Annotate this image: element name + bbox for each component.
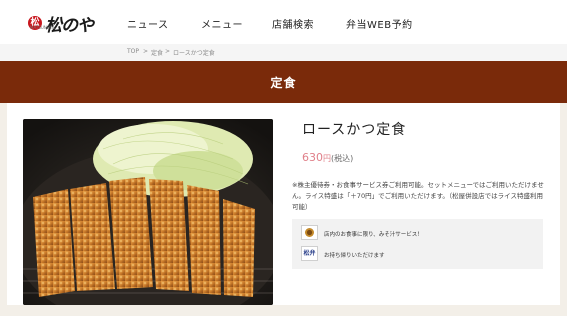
page-bottom [0, 305, 567, 316]
breadcrumb-current: ロースかつ定食 [173, 50, 215, 57]
site-header: 松 松のや MATSUNOYA ニュース メニュー 店舗検索 弁当WEB予約 [0, 0, 567, 44]
product-photo [23, 119, 273, 305]
product-price: 630円(税込) [302, 151, 353, 164]
breadcrumb-category[interactable]: 定食 [151, 48, 163, 57]
brand-logo[interactable]: 松 松のや [28, 11, 94, 36]
category-band: 定食 [0, 61, 567, 103]
miso-soup-icon [305, 228, 314, 237]
breadcrumb-separator: > [165, 48, 171, 55]
pork-cutlet-image [23, 119, 273, 305]
takeout-icon: 松弁 [301, 246, 318, 261]
price-tax-label: (税込) [331, 154, 354, 163]
service-text-dine-in: 店内のお食事に限り、みそ汁サービス！ [324, 232, 423, 238]
service-info-box: 店内のお食事に限り、みそ汁サービス！ 松弁 お持ち帰りいただけます [292, 219, 543, 269]
nav-store-search[interactable]: 店舗検索 [272, 16, 314, 31]
product-note: ※株主優待券・お食事サービス券ご利用可能。セットメニューではご利用いただけません… [292, 181, 544, 211]
nav-menu[interactable]: メニュー [201, 16, 243, 31]
logo-text: 松のや [45, 15, 94, 36]
nav-bento-web-order[interactable]: 弁当WEB予約 [346, 16, 413, 31]
price-amount: 630 [302, 151, 323, 164]
price-currency: 円 [323, 154, 331, 163]
service-text-takeout: お持ち帰りいただけます [324, 253, 385, 259]
category-title: 定食 [270, 76, 297, 90]
breadcrumb-separator: > [143, 48, 149, 55]
nav-news[interactable]: ニュース [127, 16, 169, 31]
dine-in-icon [301, 225, 318, 240]
breadcrumb: TOP > 定食 > ロースかつ定食 [0, 44, 567, 61]
breadcrumb-top[interactable]: TOP [127, 48, 139, 55]
logo-tagline: MATSUNOYA [30, 25, 55, 30]
product-title: ロースかつ定食 [302, 122, 407, 138]
